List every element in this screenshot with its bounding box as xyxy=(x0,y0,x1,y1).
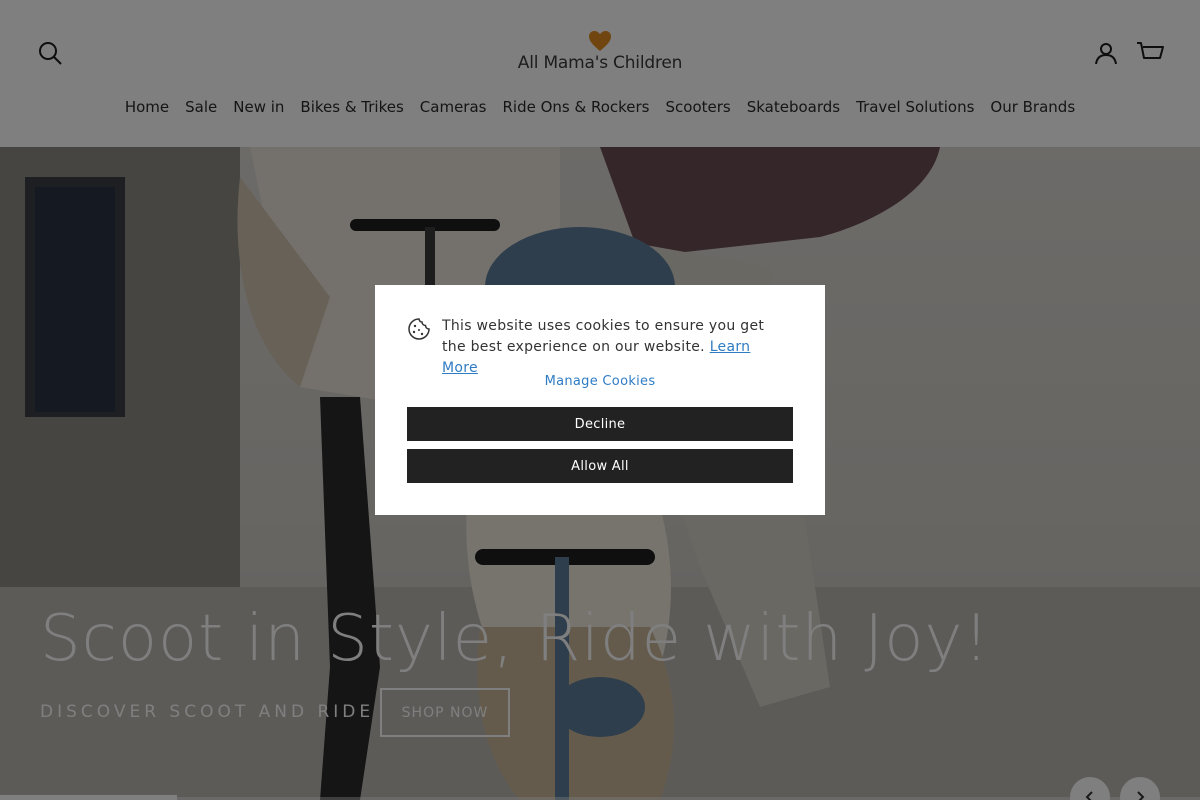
cookie-message: This website uses cookies to ensure you … xyxy=(442,316,787,379)
allow-all-button[interactable]: Allow All xyxy=(407,449,793,483)
decline-button[interactable]: Decline xyxy=(407,407,793,441)
manage-cookies-link[interactable]: Manage Cookies xyxy=(375,374,825,389)
cookie-consent-dialog: This website uses cookies to ensure you … xyxy=(375,285,825,515)
cookie-icon xyxy=(408,318,430,340)
